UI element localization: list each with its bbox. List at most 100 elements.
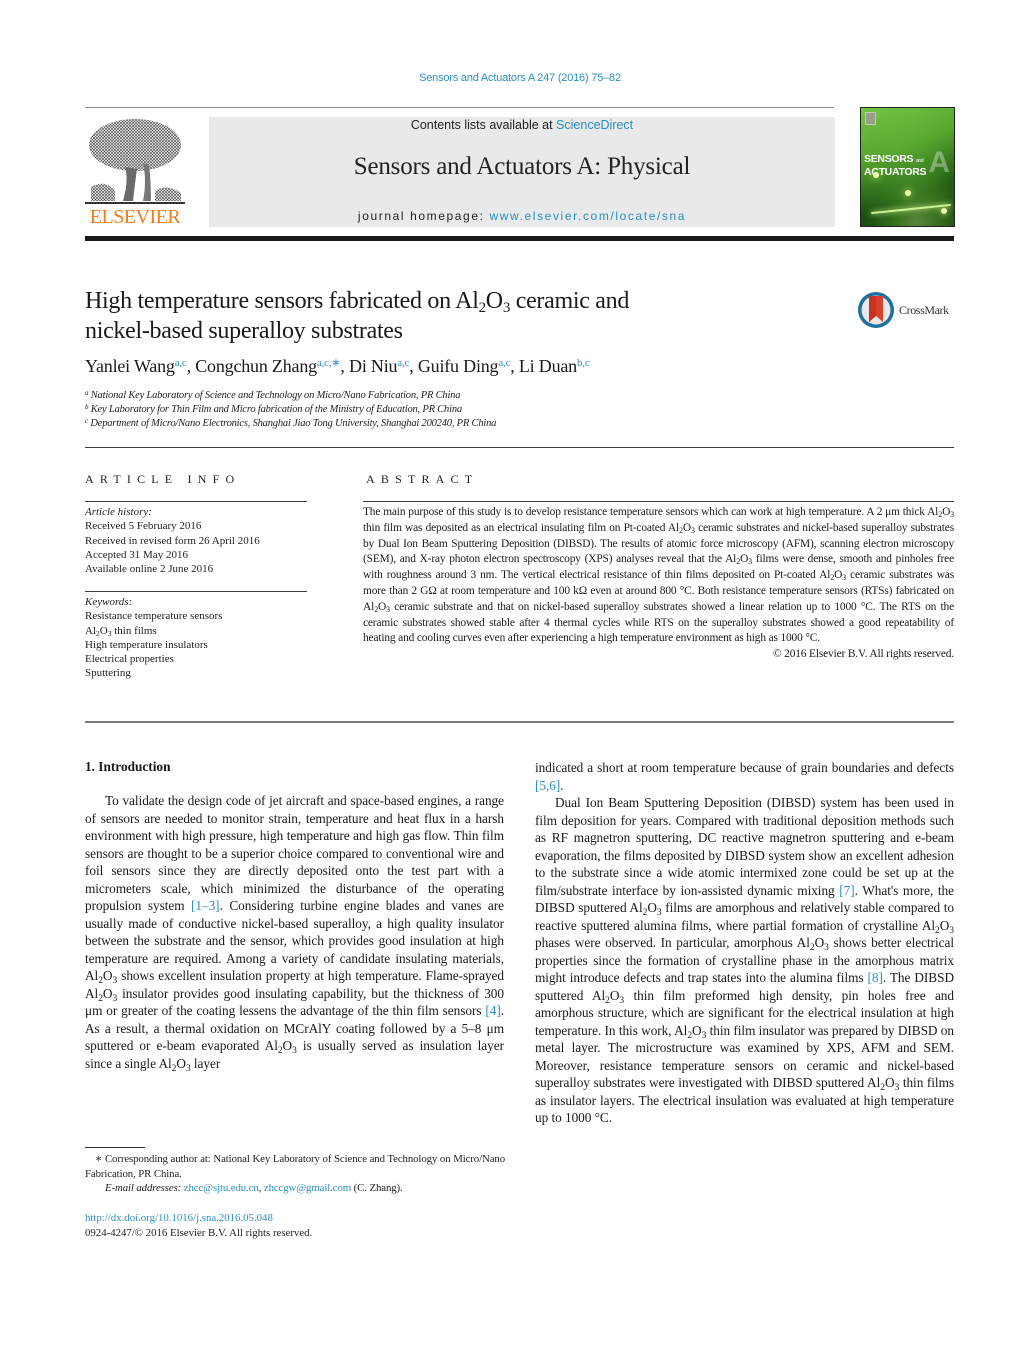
journal-title: Sensors and Actuators A: Physical <box>353 153 691 180</box>
email-label: E-mail addresses: <box>105 1182 184 1194</box>
author-name[interactable]: Congchun Zhang <box>195 356 317 376</box>
author-name[interactable]: Di Niu <box>349 356 398 376</box>
doi-link[interactable]: http://dx.doi.org/10.1016/j.sna.2016.05.… <box>85 1212 273 1224</box>
journal-homepage-link[interactable]: www.elsevier.com/locate/sna <box>489 209 686 223</box>
citation-link[interactable]: [7] <box>839 883 854 898</box>
author-name[interactable]: Guifu Ding <box>418 356 499 376</box>
subscript: 3 <box>950 510 954 519</box>
article-info-rule <box>85 501 307 502</box>
footnotes: ∗ Corresponding author at: National Key … <box>85 1152 505 1196</box>
body-text: O <box>939 917 950 933</box>
elsevier-logo[interactable]: ELSEVIER <box>85 117 185 227</box>
paragraph: indicated a short at room temperature be… <box>535 759 954 794</box>
cover-light-dot <box>873 172 879 178</box>
body-text: phases were observed. In particular, amo… <box>535 935 810 950</box>
history-item: Received 5 February 2016 <box>85 520 202 533</box>
body-text: O <box>647 900 657 915</box>
journal-reference-link[interactable]: Sensors and Actuators A 247 (2016) 75–82 <box>0 72 1020 84</box>
body-text: . <box>560 777 564 793</box>
paragraph: Dual Ion Beam Sputtering Deposition (DIB… <box>535 794 954 1127</box>
author-affiliation-marker[interactable]: b,c <box>577 357 590 369</box>
affiliation-key: b <box>85 403 89 411</box>
title-text: High temperature sensors fabricated on A… <box>85 288 479 314</box>
contents-prefix: Contents lists available at <box>410 118 557 132</box>
cover-letter: A <box>928 146 950 179</box>
affiliation-item: b Key Laboratory for Thin Film and Micro… <box>85 403 885 417</box>
header-rule <box>85 107 834 108</box>
author-affiliation-marker[interactable]: a,c <box>498 357 510 369</box>
body-text: O <box>692 1022 702 1038</box>
author-affiliation-marker[interactable]: a,c,∗ <box>317 357 341 369</box>
article-info-heading: ARTICLE INFO <box>85 472 241 486</box>
citation-link[interactable]: [1–3] <box>191 898 220 913</box>
body-text: O <box>814 935 825 950</box>
cover-publisher-icon <box>865 112 876 125</box>
footnote-rule <box>85 1147 145 1148</box>
body-column-left: To validate the design code of jet aircr… <box>85 792 504 1073</box>
abstract-body: The main purpose of this study is to dev… <box>363 505 954 663</box>
affiliation-item: a National Key Laboratory of Science and… <box>85 389 885 403</box>
abstract-text: O <box>942 506 951 518</box>
citation-link[interactable]: [5,6] <box>535 778 560 793</box>
section-heading-introduction: 1. Introduction <box>85 759 171 774</box>
homepage-prefix: journal homepage: <box>357 209 490 223</box>
abstract-text: thin film was deposited as an electrical… <box>363 521 679 534</box>
abstract-text: The main purpose of this study is to dev… <box>363 506 939 518</box>
keywords-rule <box>85 591 307 592</box>
abstract-rule <box>363 501 954 502</box>
abstract-heading: ABSTRACT <box>366 472 479 486</box>
title-text: ceramic and <box>510 288 630 314</box>
title-subscript: 3 <box>502 300 511 316</box>
abstract-text: O <box>377 600 387 613</box>
crossmark-icon <box>858 292 894 328</box>
author-affiliation-marker[interactable]: a,c <box>397 357 409 369</box>
history-item: Available online 2 June 2016 <box>85 563 214 576</box>
paragraph: To validate the design code of jet aircr… <box>85 792 504 1073</box>
keyword-item: Electrical properties <box>85 653 174 666</box>
citation-link[interactable]: [4] <box>485 1003 500 1018</box>
body-text: O <box>282 1038 293 1053</box>
cover-light-dot <box>941 208 947 214</box>
body-column-right: indicated a short at room temperature be… <box>535 759 954 1127</box>
body-text: O <box>176 1055 186 1071</box>
subscript: 3 <box>949 925 954 936</box>
body-text: insulator provides good insulating capab… <box>85 985 504 1019</box>
body-text: layer <box>190 1055 221 1071</box>
email-line: E-mail addresses: zhcc@sjtu.edu.cn, zhcc… <box>85 1181 505 1196</box>
title-block-rule <box>85 447 954 448</box>
crossmark-button[interactable]: CrossMark <box>857 290 957 330</box>
abstract-bottom-rule <box>85 721 954 723</box>
author-name[interactable]: Li Duan <box>519 356 577 376</box>
abstract-copyright: © 2016 Elsevier B.V. All rights reserved… <box>772 648 954 661</box>
body-text: O <box>609 987 620 1003</box>
keyword-text: O <box>99 624 108 637</box>
sciencedirect-link[interactable]: ScienceDirect <box>556 118 633 132</box>
author-list: Yanlei Wanga,c, Congchun Zhanga,c,∗, Di … <box>85 356 590 376</box>
issn-copyright: 0924-4247/© 2016 Elsevier B.V. All right… <box>85 1226 313 1239</box>
affiliation-key: a <box>85 389 89 397</box>
keyword-text: thin films <box>111 624 157 637</box>
keyword-item: Al2O3 thin films <box>85 624 307 638</box>
history-item: Received in revised form 26 April 2016 <box>85 534 260 547</box>
email-link[interactable]: zhcc@sjtu.edu.cn <box>184 1182 259 1194</box>
crossmark-label: CrossMark <box>899 303 949 317</box>
author-affiliation-marker[interactable]: a,c <box>175 357 187 369</box>
history-item: Accepted 31 May 2016 <box>85 548 188 561</box>
email-link[interactable]: zhccgw@gmail.com <box>264 1182 351 1194</box>
keywords: Keywords: Resistance temperature sensors… <box>85 595 307 681</box>
author-name[interactable]: Yanlei Wang <box>85 356 175 376</box>
affiliation-key: c <box>85 417 88 425</box>
affiliation-text: Department of Micro/Nano Electronics, Sh… <box>90 418 497 429</box>
abstract-text: O <box>682 521 691 534</box>
keyword-item: Sputtering <box>85 667 131 680</box>
corresponding-author-note: ∗ Corresponding author at: National Key … <box>85 1153 505 1180</box>
history-label: Article history: <box>85 506 152 518</box>
citation-link[interactable]: [8] <box>867 970 882 985</box>
title-subscript: 2 <box>478 300 487 316</box>
journal-cover-thumbnail[interactable]: A SENSORS and ACTUATORS <box>860 107 955 227</box>
keyword-text: Al <box>85 624 96 637</box>
email-owner: (C. Zhang). <box>351 1182 403 1194</box>
elsevier-tree-icon <box>85 119 185 204</box>
title-text: O <box>485 288 503 314</box>
abstract-text: O <box>740 553 749 566</box>
